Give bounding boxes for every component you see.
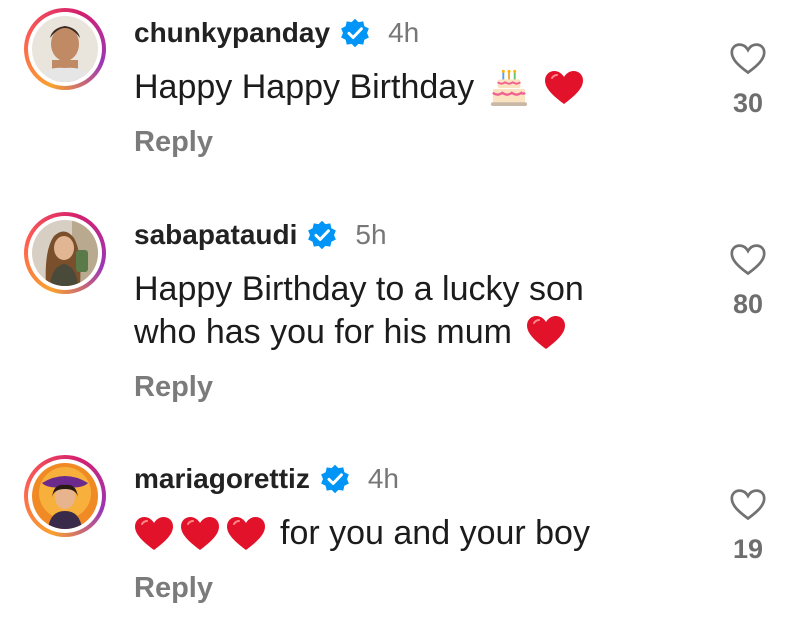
red-heart-icon [134, 516, 174, 552]
avatar [32, 463, 98, 529]
timestamp: 4h [367, 463, 399, 494]
avatar-story-ring[interactable] [24, 455, 106, 537]
comment-text: for you and your boy [280, 514, 590, 552]
reply-button[interactable]: Reply [134, 571, 213, 605]
like-button[interactable]: 19 [722, 488, 774, 565]
heart-outline-icon [730, 489, 766, 521]
red-heart-icon [226, 516, 266, 552]
like-count: 19 [732, 534, 764, 564]
username[interactable]: mariagorettiz [134, 462, 310, 496]
red-heart-icon [180, 516, 220, 552]
comment-item: mariagorettiz 4h for you and your boy Re… [0, 0, 800, 634]
verified-badge-icon [320, 464, 350, 494]
